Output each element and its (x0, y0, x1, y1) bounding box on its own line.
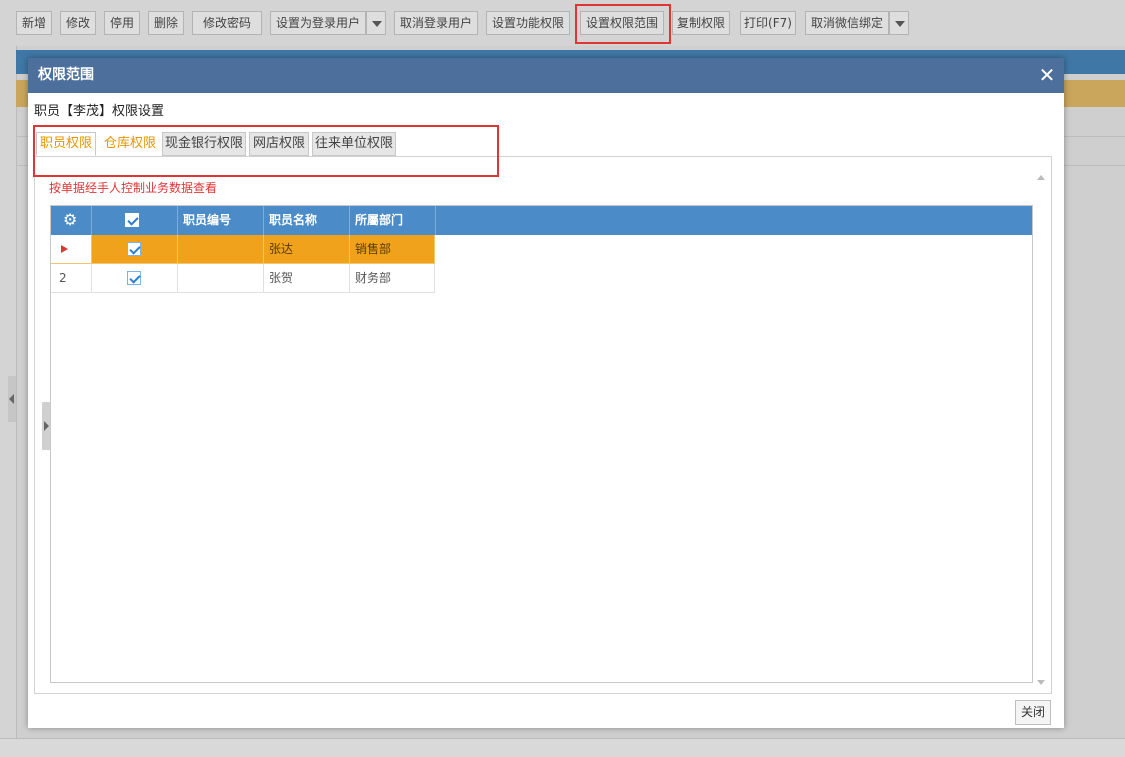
change-password-button[interactable]: 修改密码 (192, 11, 262, 35)
dialog-subtitle: 职员【李茂】权限设置 (34, 104, 165, 119)
panel-expand-handle[interactable] (42, 402, 50, 450)
copy-permission-button[interactable]: 复制权限 (672, 11, 730, 35)
close-button[interactable]: 关闭 (1015, 700, 1051, 725)
delete-button[interactable]: 删除 (148, 11, 184, 35)
cell-department: 财务部 (350, 264, 435, 293)
print-button[interactable]: 打印(F7) (740, 11, 796, 35)
disable-button[interactable]: 停用 (104, 11, 140, 35)
add-button[interactable]: 新增 (16, 11, 52, 35)
cancel-wechat-bind-button[interactable]: 取消微信绑定 (805, 11, 889, 35)
tab-staff-permission[interactable]: 职员权限 (36, 132, 96, 156)
scroll-up-icon[interactable] (1037, 175, 1045, 180)
gear-icon[interactable]: ⚙ (63, 212, 77, 228)
set-permission-scope-button[interactable]: 设置权限范围 (580, 11, 664, 35)
set-login-user-button[interactable]: 设置为登录用户 (270, 11, 366, 35)
background-status-bar (0, 738, 1125, 757)
select-all-checkbox[interactable] (125, 213, 139, 227)
tab-cash-bank-permission[interactable]: 现金银行权限 (162, 132, 246, 156)
col-department[interactable]: 所屬部门 (350, 206, 436, 235)
vertical-scrollbar[interactable] (1036, 175, 1046, 685)
dialog-title: 权限范围 (28, 58, 1064, 93)
edit-button[interactable]: 修改 (60, 11, 96, 35)
hint-text: 按单据经手人控制业务数据查看 (49, 181, 218, 195)
cell-department: 销售部 (350, 235, 435, 264)
col-staff-name[interactable]: 职员名称 (264, 206, 350, 235)
background-collapse-handle[interactable] (8, 376, 16, 422)
cell-staff-name: 张达 (264, 235, 350, 264)
table-row[interactable]: 2 张贺 财务部 (51, 264, 435, 293)
row-checkbox[interactable] (127, 271, 141, 285)
cancel-wechat-bind-dropdown-icon[interactable] (889, 11, 909, 35)
table-row[interactable]: 张达 销售部 (51, 235, 435, 264)
tab-partner-permission[interactable]: 往来单位权限 (312, 132, 396, 156)
main-toolbar: 新增 修改 停用 删除 修改密码 设置为登录用户 取消登录用户 设置功能权限 设… (0, 0, 1125, 46)
select-all-header[interactable] (92, 206, 178, 235)
scroll-down-icon[interactable] (1037, 680, 1045, 685)
set-function-permission-button[interactable]: 设置功能权限 (486, 11, 570, 35)
cancel-login-user-button[interactable]: 取消登录用户 (394, 11, 478, 35)
row-check-cell[interactable] (92, 235, 178, 264)
cell-staff-code (178, 235, 264, 264)
row-marker-cell (51, 235, 92, 264)
cell-staff-code (178, 264, 264, 293)
set-login-user-dropdown-icon[interactable] (366, 11, 386, 35)
row-check-cell[interactable] (92, 264, 178, 293)
grid-settings-header[interactable]: ⚙ (51, 206, 92, 235)
cell-staff-name: 张贺 (264, 264, 350, 293)
tab-warehouse-permission[interactable]: 仓库权限 (100, 132, 160, 156)
row-marker-cell: 2 (51, 264, 92, 293)
col-staff-code[interactable]: 职员编号 (178, 206, 264, 235)
staff-grid: ⚙ 职员编号 职员名称 所屬部门 张达 销售部 2 张贺 财务部 (50, 205, 1033, 683)
grid-header: ⚙ 职员编号 职员名称 所屬部门 (51, 206, 1032, 235)
tab-online-store-permission[interactable]: 网店权限 (249, 132, 309, 156)
row-checkbox[interactable] (127, 242, 141, 256)
dialog-close-icon[interactable]: ✕ (1038, 65, 1056, 85)
current-row-arrow-icon (61, 245, 68, 253)
tab-panel: 按单据经手人控制业务数据查看 ⚙ 职员编号 职员名称 所屬部门 张达 销售部 2… (34, 156, 1052, 694)
permission-scope-dialog: 权限范围 ✕ 职员【李茂】权限设置 职员权限 仓库权限 现金银行权限 网店权限 … (28, 58, 1064, 728)
